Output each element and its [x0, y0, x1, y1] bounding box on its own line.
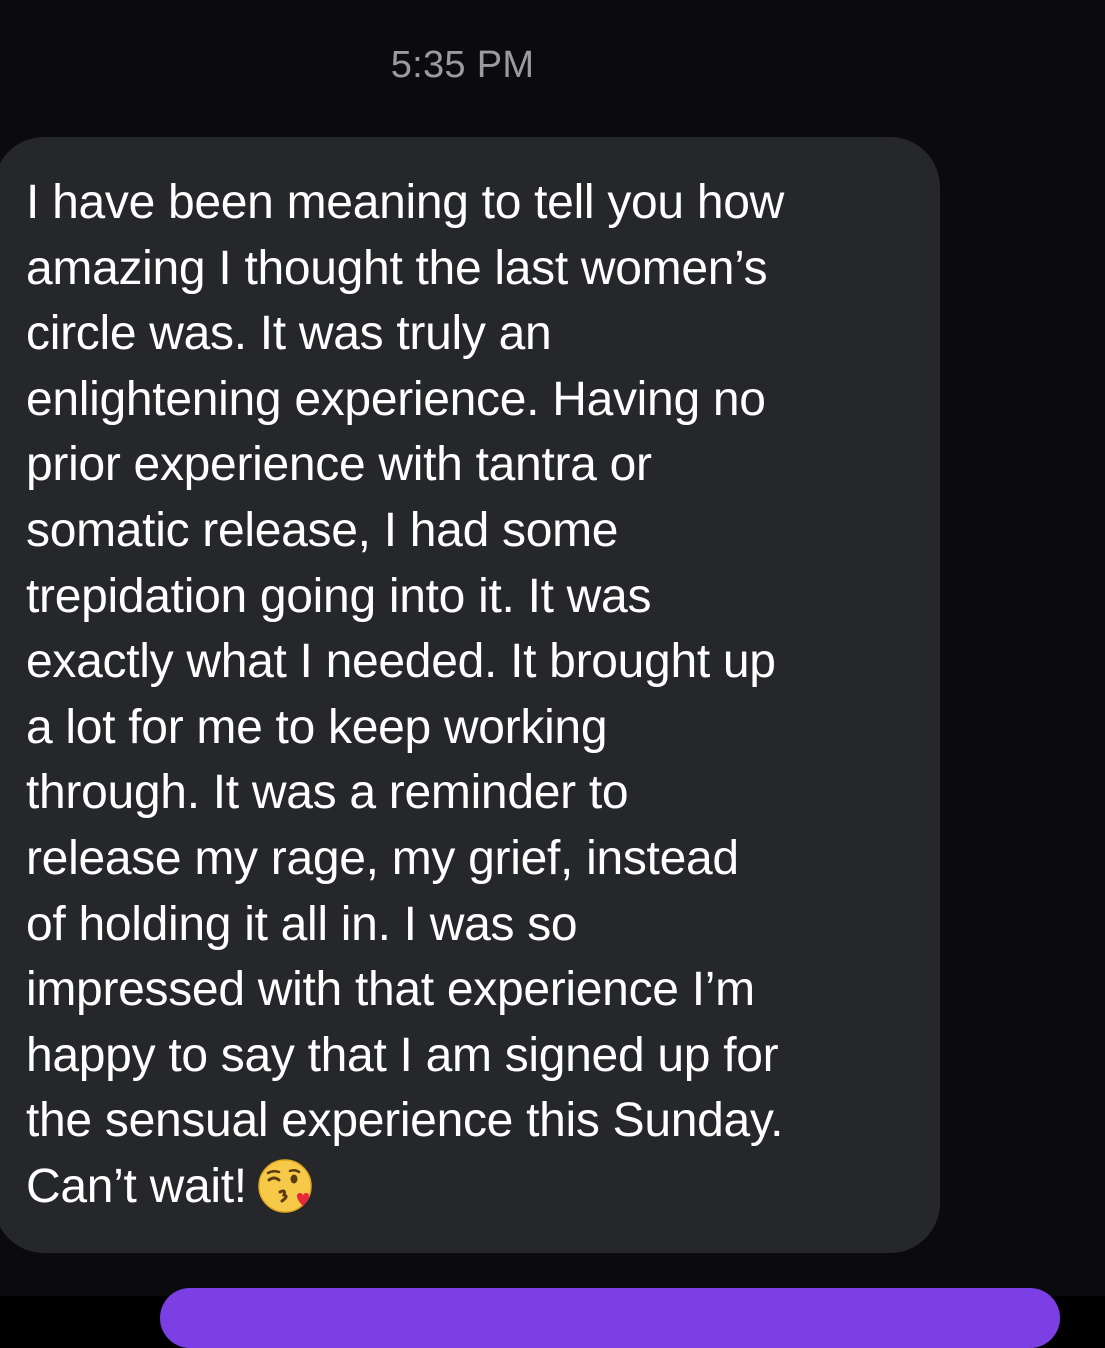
incoming-message-bubble[interactable]: I have been meaning to tell you how amaz… — [0, 137, 940, 1253]
message-timestamp: 5:35 PM — [390, 44, 535, 86]
message-text: I have been meaning to tell you how amaz… — [26, 176, 785, 1213]
outgoing-message-bubble[interactable] — [160, 1288, 1060, 1348]
face-blowing-kiss-icon — [257, 1158, 313, 1214]
